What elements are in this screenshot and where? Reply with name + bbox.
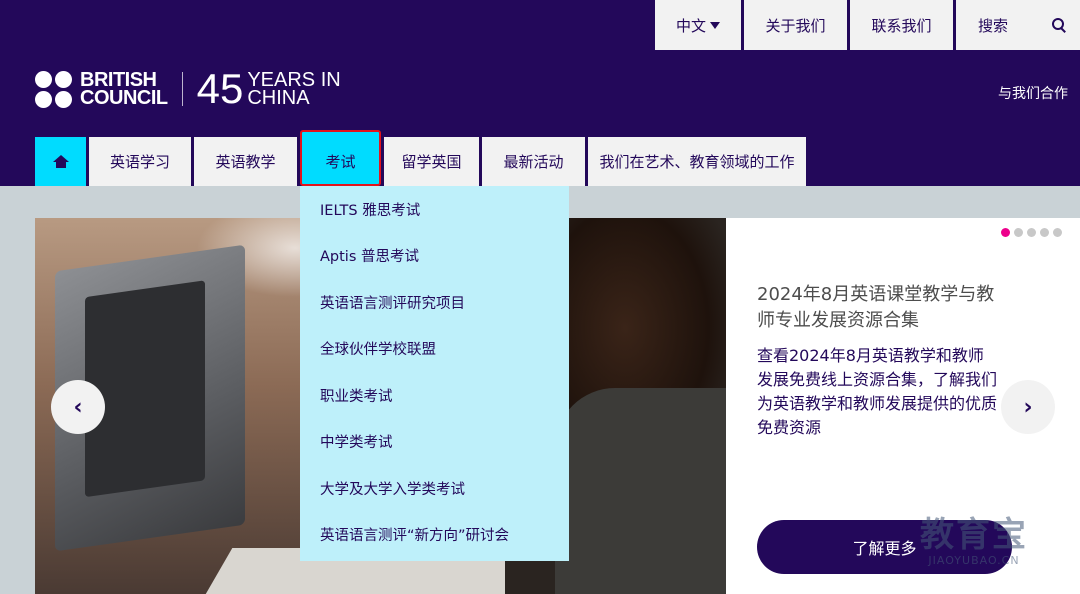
menu-item-assessment-research[interactable]: 英语语言测评研究项目 <box>300 279 569 326</box>
exams-dropdown-menu: IELTS 雅思考试 Aptis 普思考试 英语语言测评研究项目 全球伙伴学校联… <box>300 186 569 561</box>
carousel-next-button[interactable]: › <box>1001 380 1055 434</box>
menu-item-partner-schools[interactable]: 全球伙伴学校联盟 <box>300 326 569 373</box>
menu-item-aptis[interactable]: Aptis 普思考试 <box>300 233 569 280</box>
logo-wordmark: BRITISH COUNCIL <box>80 69 168 109</box>
menu-item-professional-exams[interactable]: 职业类考试 <box>300 372 569 419</box>
caret-down-icon <box>710 21 720 29</box>
menu-item-secondary-exams[interactable]: 中学类考试 <box>300 419 569 466</box>
utility-nav: 中文 关于我们 联系我们 搜索 <box>652 0 1080 50</box>
about-us-link[interactable]: 关于我们 <box>744 0 847 50</box>
years-number: 45 <box>196 65 244 112</box>
slide-description: 查看2024年8月英语教学和教师发展免费线上资源合集，了解我们为英语教学和教师发… <box>757 346 998 437</box>
nav-latest-events[interactable]: 最新活动 <box>482 137 585 186</box>
nav-study-uk[interactable]: 留学英国 <box>384 137 479 186</box>
slide-title: 2024年8月英语课堂教学与教师专业发展资源合集 <box>757 284 995 331</box>
nav-arts-education[interactable]: 我们在艺术、教育领域的工作 <box>588 137 806 186</box>
chevron-left-icon: ‹ <box>73 394 83 420</box>
watermark: 教育宝 JIAOYUBAO.CN <box>920 515 1028 567</box>
menu-item-new-directions[interactable]: 英语语言测评“新方向”研讨会 <box>300 512 569 559</box>
nav-home[interactable] <box>35 137 86 186</box>
main-nav: 英语学习 英语教学 考试 留学英国 最新活动 我们在艺术、教育领域的工作 <box>35 130 809 186</box>
carousel-prev-button[interactable]: ‹ <box>51 380 105 434</box>
years-text: YEARS IN CHINA <box>247 69 341 109</box>
nav-exams[interactable]: 考试 <box>300 130 381 186</box>
contact-us-link[interactable]: 联系我们 <box>850 0 953 50</box>
menu-item-university-exams[interactable]: 大学及大学入学类考试 <box>300 465 569 512</box>
search-button[interactable]: 搜索 <box>956 0 1080 50</box>
logo-dots-icon <box>35 70 72 108</box>
partner-link[interactable]: 与我们合作 <box>998 83 1068 103</box>
search-icon <box>1052 18 1066 32</box>
chevron-right-icon: › <box>1023 394 1033 420</box>
language-label: 中文 <box>675 16 706 35</box>
site-header: 中文 关于我们 联系我们 搜索 BRITISH COUNCIL 45 YEARS… <box>0 0 1080 186</box>
british-council-logo[interactable]: BRITISH COUNCIL 45 YEARS IN CHINA <box>35 65 341 112</box>
language-selector[interactable]: 中文 <box>655 0 741 50</box>
logo-divider <box>181 72 183 106</box>
search-label: 搜索 <box>978 16 1009 35</box>
nav-english-learning[interactable]: 英语学习 <box>89 137 191 186</box>
nav-english-teaching[interactable]: 英语教学 <box>194 137 297 186</box>
home-icon <box>52 155 69 168</box>
carousel-dot[interactable] <box>1053 228 1062 237</box>
menu-item-ielts[interactable]: IELTS 雅思考试 <box>300 186 569 233</box>
